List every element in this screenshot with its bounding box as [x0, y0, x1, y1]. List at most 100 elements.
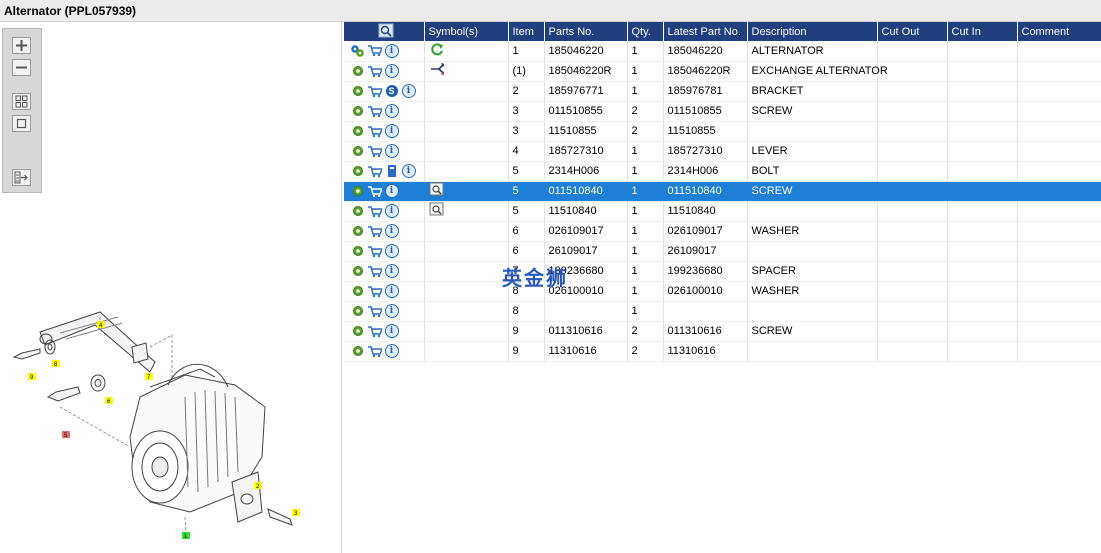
- cart-icon[interactable]: [367, 224, 382, 239]
- info-icon[interactable]: i: [401, 164, 416, 179]
- cut-out-cell: [877, 161, 948, 182]
- gear-icon[interactable]: [350, 224, 365, 239]
- table-row[interactable]: Si 2 185976771 1 185976781 BRACKET: [344, 81, 1101, 102]
- column-header-cut-in[interactable]: Cut In: [947, 22, 1018, 41]
- cut-out-cell: [877, 321, 948, 342]
- cart-icon[interactable]: [367, 304, 382, 319]
- gear-icon[interactable]: [350, 84, 365, 99]
- cart-icon[interactable]: [367, 204, 382, 219]
- zoom-in-button[interactable]: [12, 37, 31, 54]
- description-cell: EXCHANGE ALTERNATOR: [747, 61, 888, 82]
- gear-icon[interactable]: [350, 304, 365, 319]
- table-row[interactable]: i 5 011510840 1 011510840 SCREW: [344, 181, 1101, 202]
- column-header-latest-part-no[interactable]: Latest Part No.: [663, 22, 748, 41]
- gear-icon[interactable]: [350, 104, 365, 119]
- info-icon[interactable]: i: [384, 344, 399, 359]
- gear-icon[interactable]: [350, 244, 365, 259]
- info-icon[interactable]: i: [384, 304, 399, 319]
- column-header-comment[interactable]: Comment: [1017, 22, 1101, 41]
- table-row[interactable]: i 1 185046220 1 185046220 ALTERNATOR: [344, 41, 1101, 62]
- cart-icon[interactable]: [367, 284, 382, 299]
- info-icon[interactable]: i: [384, 43, 399, 58]
- table-row[interactable]: i 3 011510855 2 011510855 SCREW: [344, 101, 1101, 122]
- s-badge-icon[interactable]: S: [384, 84, 399, 99]
- column-header-symbol-s[interactable]: Symbol(s): [424, 22, 509, 41]
- info-icon[interactable]: i: [384, 64, 399, 79]
- gear-icon[interactable]: [350, 344, 365, 359]
- table-row[interactable]: i 3 11510855 2 11510855: [344, 121, 1101, 142]
- gears-icon[interactable]: [350, 43, 365, 58]
- cart-icon[interactable]: [367, 124, 382, 139]
- refresh-arrow-icon[interactable]: [429, 42, 444, 57]
- table-row[interactable]: i (1) 185046220R 1 185046220R EXCHANGE ALTERN…: [344, 61, 1101, 82]
- cart-icon[interactable]: [367, 264, 382, 279]
- column-header-description[interactable]: Description: [747, 22, 878, 41]
- info-icon[interactable]: i: [384, 104, 399, 119]
- description-cell: WASHER: [747, 221, 878, 242]
- exploded-parts-diagram[interactable]: 4 8 9 7 6 5 2 3 1: [0, 287, 330, 552]
- info-icon[interactable]: i: [401, 84, 416, 99]
- column-header-find[interactable]: [344, 22, 425, 41]
- info-icon[interactable]: i: [384, 144, 399, 159]
- table-row[interactable]: i 8 026100010 1 026100010 WASHER: [344, 281, 1101, 302]
- info-icon[interactable]: i: [384, 324, 399, 339]
- info-icon[interactable]: i: [384, 184, 399, 199]
- gear-icon[interactable]: [350, 164, 365, 179]
- info-icon[interactable]: i: [384, 204, 399, 219]
- cart-icon[interactable]: [367, 244, 382, 259]
- magnifier-doc-icon[interactable]: [429, 182, 444, 197]
- cart-icon[interactable]: [367, 184, 382, 199]
- part-no-cell: 185727310: [544, 141, 628, 162]
- export-button[interactable]: [12, 169, 31, 186]
- column-header-parts-no[interactable]: Parts No.: [544, 22, 628, 41]
- gear-icon[interactable]: [350, 184, 365, 199]
- gear-icon[interactable]: [350, 144, 365, 159]
- info-icon[interactable]: i: [384, 284, 399, 299]
- table-row[interactable]: i 6 26109017 1 26109017: [344, 241, 1101, 262]
- column-header-qty[interactable]: Qty.: [627, 22, 664, 41]
- cart-icon[interactable]: [367, 104, 382, 119]
- cart-icon[interactable]: [367, 324, 382, 339]
- cart-icon[interactable]: [367, 164, 382, 179]
- gear-icon[interactable]: [350, 324, 365, 339]
- info-icon[interactable]: i: [384, 224, 399, 239]
- column-header-cut-out[interactable]: Cut Out: [877, 22, 948, 41]
- table-row[interactable]: i 5 11510840 1 11510840: [344, 201, 1101, 222]
- table-row[interactable]: i 9 11310616 2 11310616: [344, 341, 1101, 362]
- cart-icon[interactable]: [367, 64, 382, 79]
- cut-in-cell: [947, 281, 1018, 302]
- magnifier-doc-icon[interactable]: [429, 202, 444, 217]
- table-row[interactable]: i 6 026109017 1 026109017 WASHER: [344, 221, 1101, 242]
- fit-window-button[interactable]: [12, 115, 31, 132]
- exchange-arrow-icon[interactable]: [429, 62, 444, 77]
- gear-icon[interactable]: [350, 124, 365, 139]
- viewer-toolbox: [2, 28, 42, 193]
- cart-icon[interactable]: [367, 84, 382, 99]
- symbol-cell: [424, 301, 509, 322]
- column-header-item[interactable]: Item: [508, 22, 545, 41]
- cut-in-cell: [947, 221, 1018, 242]
- info-icon[interactable]: i: [384, 244, 399, 259]
- book-icon[interactable]: [384, 164, 399, 179]
- cart-icon[interactable]: [367, 344, 382, 359]
- table-row[interactable]: i 9 011310616 2 011310616 SCREW: [344, 321, 1101, 342]
- table-row[interactable]: i 4 185727310 1 185727310 LEVER: [344, 141, 1101, 162]
- cart-icon[interactable]: [367, 43, 382, 58]
- gear-icon[interactable]: [350, 284, 365, 299]
- info-icon[interactable]: i: [384, 124, 399, 139]
- diagram-pane[interactable]: 4 8 9 7 6 5 2 3 1: [0, 22, 341, 553]
- fit-all-button[interactable]: [12, 93, 31, 110]
- gear-icon[interactable]: [350, 204, 365, 219]
- symbol-cell: [424, 321, 509, 342]
- parts-list-grid[interactable]: Symbol(s) Item Parts No. Qty. Latest Part No…: [344, 22, 1101, 553]
- table-row[interactable]: i 8 1: [344, 301, 1101, 322]
- info-icon[interactable]: i: [384, 264, 399, 279]
- table-row[interactable]: i 7 199236680 1 199236680 SPACER: [344, 261, 1101, 282]
- gear-icon[interactable]: [350, 264, 365, 279]
- zoom-out-button[interactable]: [12, 59, 31, 76]
- pane-splitter[interactable]: [341, 22, 342, 553]
- cart-icon[interactable]: [367, 144, 382, 159]
- table-row[interactable]: i 5 2314H006 1 2314H006 BOLT: [344, 161, 1101, 182]
- gear-icon[interactable]: [350, 64, 365, 79]
- symbol-cell: [424, 121, 509, 142]
